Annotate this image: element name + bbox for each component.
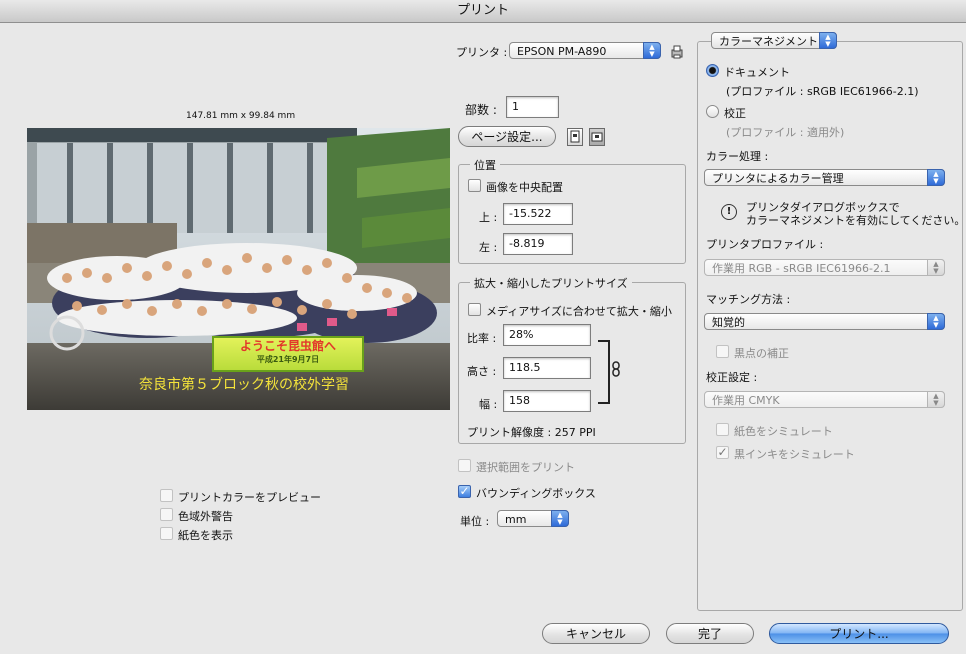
page-setup-button[interactable]: ページ設定... <box>458 126 556 147</box>
popup-arrows-icon: ▲ ▼ <box>819 32 837 49</box>
left-offset-input[interactable]: -8.819 <box>503 233 573 255</box>
position-group-title: 位置 <box>470 157 500 173</box>
scaled-size-group-title: 拡大・縮小したプリントサイズ <box>470 275 632 291</box>
popup-arrows-icon: ▲ ▼ <box>927 313 945 330</box>
top-offset-label: 上 : <box>479 211 498 224</box>
chain-link-icon[interactable] <box>612 361 620 377</box>
scale-input[interactable]: 28% <box>503 324 591 346</box>
color-management-mode-value: カラーマネジメント <box>719 35 818 48</box>
document-radio[interactable] <box>706 64 719 77</box>
units-label: 単位 : <box>460 515 490 528</box>
info-alert-icon: ! <box>721 204 737 220</box>
popup-arrows-icon: ▲ ▼ <box>927 259 945 276</box>
preview-print-color-label: プリントカラーをプレビュー <box>178 491 321 504</box>
proof-setup-select[interactable]: 作業用 CMYK ▲ ▼ <box>704 391 945 408</box>
fit-media-label: メディアサイズに合わせて拡大・縮小 <box>486 305 672 318</box>
popup-arrows-icon: ▲ ▼ <box>643 42 661 59</box>
height-input[interactable]: 118.5 <box>503 357 591 379</box>
width-input[interactable]: 158 <box>503 390 591 412</box>
copies-input[interactable]: 1 <box>506 96 559 118</box>
gamut-warning-checkbox[interactable] <box>160 508 173 521</box>
proof-label: 校正 <box>724 107 746 120</box>
copies-label: 部数 : <box>465 103 497 117</box>
preview-print-color-checkbox[interactable] <box>160 489 173 502</box>
document-profile: (プロファイル : sRGB IEC61966-2.1) <box>726 85 919 98</box>
units-select[interactable]: mm ▲ ▼ <box>497 510 569 527</box>
simulate-ink-label: 黒インキをシミュレート <box>734 448 855 461</box>
printer-select-value: EPSON PM-A890 <box>517 45 607 58</box>
show-paper-white-label: 紙色を表示 <box>178 529 233 542</box>
popup-arrows-icon: ▲ ▼ <box>551 510 569 527</box>
center-image-label: 画像を中央配置 <box>486 181 563 194</box>
popup-arrows-icon: ▲ ▼ <box>927 391 945 408</box>
matching-method-value: 知覚的 <box>712 316 745 329</box>
printer-profile-label: プリンタプロファイル : <box>706 238 824 251</box>
width-label: 幅 : <box>479 398 498 411</box>
print-selected-area-checkbox[interactable] <box>458 459 471 472</box>
landscape-orientation-icon[interactable] <box>589 128 605 146</box>
scale-label: 比率 : <box>467 332 497 345</box>
printer-utility-icon[interactable] <box>671 45 683 59</box>
color-handling-select[interactable]: プリンタによるカラー管理 ▲ ▼ <box>704 169 945 186</box>
black-point-checkbox[interactable] <box>716 345 729 358</box>
welcome-sign-date: 平成21年9月7日 <box>256 355 320 364</box>
done-button[interactable]: 完了 <box>666 623 754 644</box>
print-selected-area-label: 選択範囲をプリント <box>476 461 575 474</box>
print-button[interactable]: プリント... <box>769 623 949 644</box>
photo-caption: 奈良市第５ブロック秋の校外学習 <box>139 377 349 393</box>
show-paper-white-checkbox[interactable] <box>160 527 173 540</box>
portrait-orientation-icon[interactable] <box>567 128 583 146</box>
welcome-sign-title: ようこそ昆虫館へ <box>239 339 336 353</box>
window-title: プリント <box>0 0 966 23</box>
cancel-button[interactable]: キャンセル <box>542 623 650 644</box>
proof-profile: (プロファイル : 適用外) <box>726 126 845 139</box>
proportion-bracket <box>598 340 610 404</box>
matching-label: マッチング方法 : <box>706 293 791 306</box>
print-preview-image[interactable]: ようこそ昆虫館へ 平成21年9月7日 奈良市第５ブロック秋の校外学習 <box>27 128 450 410</box>
bounding-box-label: バウンディングボックス <box>476 487 596 500</box>
gamut-warning-label: 色域外警告 <box>178 510 233 523</box>
color-handling-value: プリンタによるカラー管理 <box>712 172 844 185</box>
printer-select[interactable]: EPSON PM-A890 ▲ ▼ <box>509 42 661 59</box>
center-image-checkbox[interactable] <box>468 179 481 192</box>
black-point-label: 黒点の補正 <box>734 347 789 360</box>
proof-setup-value: 作業用 CMYK <box>712 394 780 407</box>
print-resolution: プリント解像度 : 257 PPI <box>467 426 596 439</box>
left-offset-label: 左 : <box>479 241 498 254</box>
height-label: 高さ : <box>467 365 497 378</box>
proof-radio[interactable] <box>706 105 719 118</box>
document-label: ドキュメント <box>724 66 790 79</box>
print-dimensions: 147.81 mm x 99.84 mm <box>186 111 296 121</box>
simulate-paper-checkbox[interactable] <box>716 423 729 436</box>
color-management-mode-select[interactable]: カラーマネジメント ▲ ▼ <box>711 32 837 49</box>
fit-media-checkbox[interactable] <box>468 303 481 316</box>
printer-profile-select[interactable]: 作業用 RGB - sRGB IEC61966-2.1 ▲ ▼ <box>704 259 945 276</box>
printer-label: プリンタ : <box>456 46 508 59</box>
top-offset-input[interactable]: -15.522 <box>503 203 573 225</box>
simulate-ink-checkbox[interactable]: ✓ <box>716 446 729 459</box>
color-handling-label: カラー処理 : <box>706 150 769 163</box>
welcome-sign: ようこそ昆虫館へ 平成21年9月7日 <box>212 336 364 372</box>
notice-line-2: カラーマネジメントを有効にしてください。 <box>746 214 966 227</box>
bounding-box-checkbox[interactable]: ✓ <box>458 485 471 498</box>
printer-profile-value: 作業用 RGB - sRGB IEC61966-2.1 <box>712 262 891 275</box>
proof-setup-label: 校正設定 : <box>706 371 758 384</box>
simulate-paper-label: 紙色をシミュレート <box>734 425 833 438</box>
popup-arrows-icon: ▲ ▼ <box>927 169 945 186</box>
units-select-value: mm <box>505 513 527 526</box>
matching-method-select[interactable]: 知覚的 ▲ ▼ <box>704 313 945 330</box>
